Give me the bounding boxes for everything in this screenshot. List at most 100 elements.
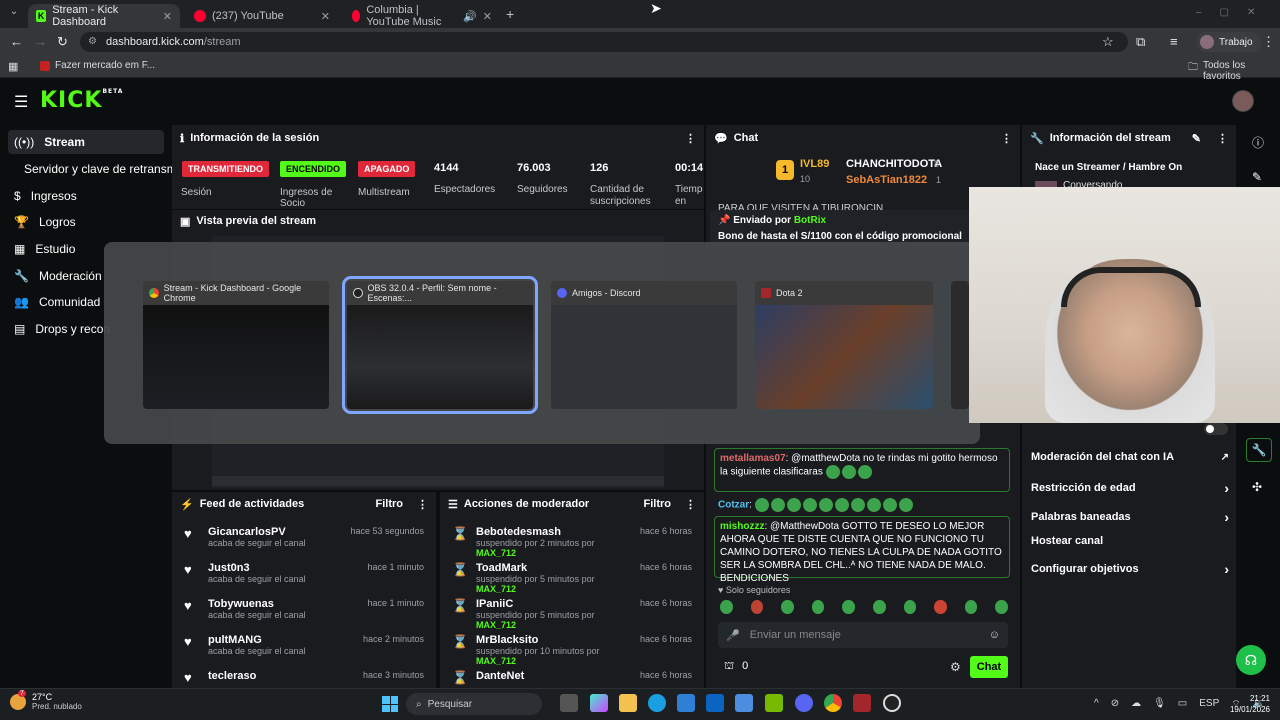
- toggle-switch[interactable]: [1204, 423, 1228, 435]
- emote-icon[interactable]: [872, 600, 886, 614]
- outlook-icon[interactable]: [706, 694, 724, 712]
- chat-settings-icon[interactable]: ⚙: [950, 660, 961, 674]
- discord-taskbar-icon[interactable]: [795, 694, 813, 712]
- window-card-chrome[interactable]: Stream - Kick Dashboard - Google Chrome: [143, 281, 329, 409]
- emote-icon[interactable]: [811, 600, 825, 614]
- filter-button[interactable]: Filtro: [644, 498, 672, 510]
- emote-icon[interactable]: [934, 600, 947, 614]
- task-view-icon[interactable]: [560, 694, 578, 712]
- user-avatar[interactable]: [1232, 90, 1254, 112]
- browser-menu-icon[interactable]: ⋮: [1262, 34, 1275, 50]
- back-icon[interactable]: ←: [10, 34, 23, 49]
- close-icon[interactable]: ✕: [483, 10, 492, 23]
- list-item[interactable]: ♥ tecleraso hace 3 minutos: [176, 670, 432, 686]
- sidebar-item-stream-key[interactable]: Servidor y clave de retransmi: [18, 157, 172, 181]
- apps-grid-icon[interactable]: ▦: [8, 60, 18, 73]
- list-item[interactable]: ♥ Tobywuenas acaba de seguir el canal hace …: [176, 598, 432, 634]
- emoji-picker-icon[interactable]: ☺: [989, 629, 1000, 641]
- bookmark-star-icon[interactable]: ☆: [1102, 34, 1114, 50]
- apps-icon[interactable]: ✣: [1252, 480, 1262, 494]
- list-item[interactable]: ⌛ IPaniiC suspendido por 5 minutos por MAX…: [444, 598, 700, 634]
- host-channel-link[interactable]: Hostear canal: [1031, 535, 1229, 547]
- new-tab-button[interactable]: +: [506, 6, 514, 22]
- dota-taskbar-icon[interactable]: [853, 694, 871, 712]
- window-card-discord[interactable]: Amigos - Discord: [551, 281, 737, 409]
- goals-link[interactable]: Configurar objetivos ›: [1031, 561, 1229, 577]
- obs-taskbar-icon[interactable]: [883, 694, 901, 712]
- weather-widget[interactable]: 7 27°C Pred. nublado: [10, 689, 82, 711]
- pinned-message[interactable]: 📌 Enviado por BotRix Bono de hasta el S/…: [710, 210, 970, 246]
- list-item[interactable]: ♥ Just0n3 acaba de seguir el canal hace 1 m…: [176, 562, 432, 598]
- taskbar-search[interactable]: ⌕ Pesquisar: [406, 693, 542, 715]
- more-options-icon[interactable]: ⋮: [685, 498, 696, 511]
- site-info-icon[interactable]: ⚙: [88, 36, 97, 47]
- window-card-dota[interactable]: Dota 2: [755, 281, 933, 409]
- file-explorer-icon[interactable]: [619, 694, 637, 712]
- sidebar-item-label: Moderación: [38, 269, 102, 283]
- send-chat-button[interactable]: Chat: [970, 656, 1008, 678]
- media-control-icon[interactable]: ≡: [1170, 34, 1178, 49]
- sidebar-item-achievements[interactable]: 🏆 Logros: [8, 210, 164, 234]
- bookmark-item[interactable]: Fazer mercado em F...: [40, 60, 155, 71]
- list-item[interactable]: ♥ pultMANG acaba de seguir el canal hace 2 …: [176, 634, 432, 670]
- store-icon[interactable]: [677, 694, 695, 712]
- emote-icon[interactable]: [964, 600, 978, 614]
- window-controls[interactable]: –▢✕: [1196, 7, 1273, 18]
- filter-button[interactable]: Filtro: [376, 498, 404, 510]
- window-card-partial[interactable]: [951, 281, 969, 409]
- wrench-icon[interactable]: 🔧: [1246, 438, 1272, 462]
- emote-icon[interactable]: [995, 600, 1008, 614]
- window-card-obs[interactable]: OBS 32.0.4 - Perfil: Sem nome - Escenas:…: [342, 276, 538, 414]
- sidebar-item-stream[interactable]: ((•)) Stream: [8, 130, 164, 154]
- list-item[interactable]: ⌛ Bebotedesmash suspendido por 2 minutos p…: [444, 526, 700, 562]
- emote-icon[interactable]: [720, 600, 733, 614]
- nvidia-icon[interactable]: [765, 694, 783, 712]
- tab-kick-dashboard[interactable]: K Stream - Kick Dashboard ✕: [28, 4, 180, 28]
- kick-logo[interactable]: KICKBETA: [40, 88, 123, 113]
- chrome-taskbar-icon[interactable]: [824, 694, 842, 712]
- info-icon[interactable]: ⓘ: [1252, 134, 1264, 151]
- emote-icon[interactable]: [750, 600, 764, 614]
- channel-points[interactable]: ⛫ 0: [724, 660, 748, 674]
- extensions-icon[interactable]: ⧉: [1136, 34, 1145, 50]
- more-options-icon[interactable]: ⋮: [685, 132, 696, 145]
- list-item[interactable]: ♥ GicancarlosPV acaba de seguir el canal ha…: [176, 526, 432, 562]
- support-headset-icon[interactable]: ☊: [1236, 645, 1266, 675]
- banned-words-link[interactable]: Palabras baneadas ›: [1031, 509, 1229, 525]
- list-item[interactable]: ⌛ MrBlacksito suspendido por 10 minutos po…: [444, 634, 700, 670]
- copilot-icon[interactable]: [590, 694, 608, 712]
- tab-youtube-music[interactable]: Columbia | YouTube Music 🔊 ✕: [344, 4, 500, 28]
- chat-message[interactable]: mishozzz: @MatthewDota GOTTO TE DESEO LO…: [714, 516, 1010, 584]
- close-icon[interactable]: ✕: [163, 10, 172, 23]
- more-options-icon[interactable]: ⋮: [1001, 132, 1012, 145]
- ai-moderation-link[interactable]: Moderación del chat con IA ↗: [1031, 451, 1229, 463]
- list-item[interactable]: ⌛ ToadMark suspendido por 5 minutos por MA…: [444, 562, 700, 598]
- emote-quickbar[interactable]: [720, 600, 1010, 614]
- profile-button[interactable]: Trabajo: [1196, 32, 1261, 52]
- sidebar-item-revenue[interactable]: $ Ingresos: [8, 184, 164, 208]
- emote-icon[interactable]: [781, 600, 794, 614]
- chat-message[interactable]: Cotzar:: [718, 498, 1008, 512]
- start-button[interactable]: [382, 696, 398, 712]
- more-options-icon[interactable]: ⋮: [1217, 132, 1228, 145]
- age-restriction-link[interactable]: Restricción de edad ›: [1031, 480, 1229, 496]
- logo-text: KICK: [40, 88, 103, 113]
- edit-icon[interactable]: ✎: [1192, 132, 1201, 145]
- pencil-icon[interactable]: ✎: [1252, 170, 1262, 184]
- edge-icon[interactable]: [648, 694, 666, 712]
- more-options-icon[interactable]: ⋮: [417, 498, 428, 511]
- mail-icon[interactable]: [735, 694, 753, 712]
- emote-icon[interactable]: [842, 600, 855, 614]
- tab-youtube[interactable]: (237) YouTube ✕: [186, 4, 338, 28]
- clock[interactable]: 21:21 19/01/2026: [1226, 693, 1270, 715]
- chat-message[interactable]: metallamas07: @matthewDota no te rindas …: [714, 448, 1010, 492]
- hamburger-menu-icon[interactable]: ☰: [14, 92, 28, 112]
- forward-icon[interactable]: →: [34, 34, 47, 49]
- chat-input[interactable]: 🎤 Enviar un mensaje ☺: [718, 622, 1008, 648]
- list-item[interactable]: ⌛ DanteNet hace 6 horas: [444, 670, 700, 686]
- url-bar[interactable]: dashboard.kick.com/stream: [80, 32, 1128, 52]
- emote-icon[interactable]: [903, 600, 917, 614]
- close-icon[interactable]: ✕: [321, 10, 330, 23]
- reload-icon[interactable]: ↻: [57, 34, 68, 50]
- tab-search-button[interactable]: ⌄: [6, 6, 22, 22]
